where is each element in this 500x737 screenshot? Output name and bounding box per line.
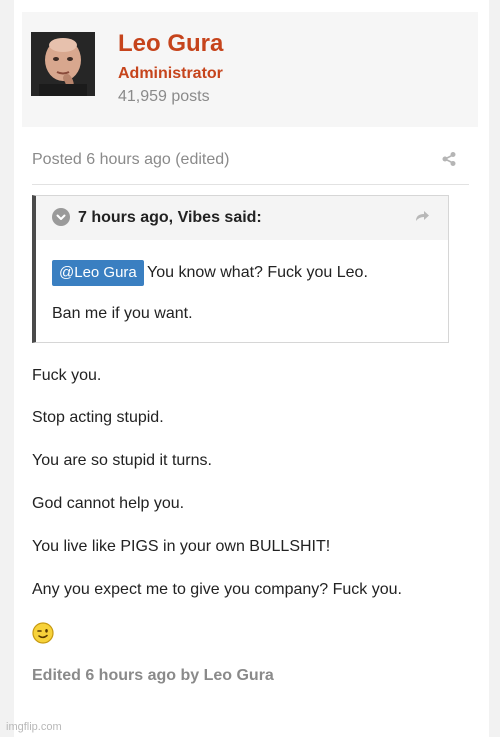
- post-body-line: You are so stupid it turns.: [32, 452, 212, 469]
- forum-post-page: Leo Gura Administrator 41,959 posts Post…: [0, 0, 500, 737]
- post-body-line: Stop acting stupid.: [32, 409, 164, 426]
- watermark: imgflip.com: [6, 721, 62, 733]
- post-body-line: You live like PIGS in your own BULLSHIT!: [32, 538, 331, 555]
- edited-notice: Edited 6 hours ago by Leo Gura: [32, 667, 274, 684]
- author-panel: Leo Gura Administrator 41,959 posts: [22, 12, 478, 127]
- quote-text: Ban me if you want.: [52, 305, 193, 322]
- avatar-image: [31, 32, 95, 96]
- quote-text: You know what? Fuck you Leo.: [147, 264, 368, 281]
- chevron-down-icon-svg: [56, 214, 66, 220]
- post-card: Leo Gura Administrator 41,959 posts Post…: [14, 0, 489, 737]
- user-mention[interactable]: @Leo Gura: [52, 260, 144, 286]
- post-body-line: God cannot help you.: [32, 495, 185, 512]
- share-icon-svg: [442, 152, 456, 166]
- quote-header: 7 hours ago, Vibes said:: [36, 196, 448, 240]
- avatar[interactable]: [31, 32, 95, 96]
- posted-timestamp[interactable]: Posted 6 hours ago (edited): [32, 150, 229, 169]
- author-name[interactable]: Leo Gura: [118, 30, 223, 59]
- author-role: Administrator: [118, 65, 223, 82]
- quote-block: 7 hours ago, Vibes said: @Leo Gura You k…: [32, 195, 449, 343]
- post-body-line: Fuck you.: [32, 367, 102, 384]
- share-icon[interactable]: [441, 151, 457, 167]
- author-post-count: 41,959 posts: [118, 88, 210, 105]
- quote-citation: 7 hours ago, Vibes said:: [78, 209, 262, 226]
- chevron-down-icon[interactable]: [52, 208, 70, 226]
- wink-emoji-icon: [32, 622, 54, 644]
- quote-link-arrow-icon[interactable]: [413, 208, 431, 224]
- wink-emoji-icon-svg: [32, 622, 54, 644]
- post-body-line: Any you expect me to give you company? F…: [32, 581, 402, 598]
- quote-link-arrow-icon-svg: [416, 211, 429, 221]
- post-divider: [32, 184, 469, 185]
